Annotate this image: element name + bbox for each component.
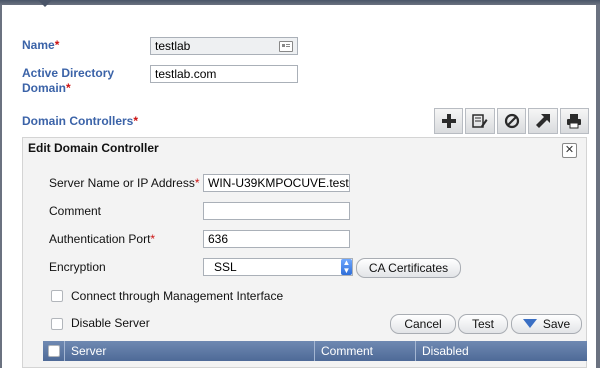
contact-card-icon bbox=[279, 41, 293, 52]
close-icon[interactable]: ✕ bbox=[562, 143, 577, 158]
auth-port-label: Authentication Port* bbox=[49, 232, 156, 246]
frame-left-edge bbox=[0, 5, 2, 368]
ad-domain-label: Active Directory Domain* bbox=[22, 66, 115, 95]
save-button[interactable]: Save bbox=[511, 314, 582, 334]
disable-server-label: Disable Server bbox=[71, 316, 150, 330]
move-icon[interactable] bbox=[528, 108, 558, 134]
select-all-header bbox=[43, 341, 65, 361]
disable-server-checkbox[interactable] bbox=[51, 318, 63, 330]
test-button[interactable]: Test bbox=[458, 314, 508, 334]
down-arrow-icon bbox=[522, 319, 537, 329]
ca-certificates-button[interactable]: CA Certificates bbox=[356, 258, 461, 278]
auth-port-field[interactable]: 636 bbox=[203, 230, 350, 248]
select-arrows-icon: ▲ ▼ bbox=[341, 258, 352, 275]
frame-right-edge bbox=[596, 5, 600, 368]
domain-controllers-toolbar bbox=[434, 108, 590, 134]
domain-controllers-table-header: Server Comment Disabled bbox=[43, 341, 587, 361]
encryption-select[interactable]: SSL ▲ ▼ bbox=[203, 258, 353, 276]
cancel-button[interactable]: Cancel bbox=[390, 314, 456, 334]
comment-field[interactable] bbox=[203, 202, 350, 220]
server-label: Server Name or IP Address* bbox=[49, 176, 200, 190]
column-comment[interactable]: Comment bbox=[315, 341, 416, 361]
encryption-value: SSL bbox=[214, 260, 237, 274]
name-field[interactable]: testlab bbox=[150, 37, 298, 55]
mgmt-interface-label: Connect through Management Interface bbox=[71, 289, 284, 303]
top-bar bbox=[0, 0, 600, 5]
pointer-caret bbox=[38, 0, 52, 7]
select-all-checkbox[interactable] bbox=[48, 345, 60, 357]
server-field[interactable]: WIN-U39KMPOCUVE.testla bbox=[203, 174, 350, 192]
edit-icon[interactable] bbox=[465, 108, 495, 134]
column-server[interactable]: Server bbox=[65, 341, 315, 361]
mgmt-interface-checkbox[interactable] bbox=[51, 290, 63, 302]
column-disabled[interactable]: Disabled bbox=[416, 341, 587, 361]
ad-domain-field[interactable]: testlab.com bbox=[150, 65, 298, 83]
disable-icon[interactable] bbox=[496, 108, 527, 134]
print-icon[interactable] bbox=[559, 108, 590, 134]
add-icon[interactable] bbox=[434, 108, 464, 134]
encryption-label: Encryption bbox=[49, 260, 106, 274]
name-label: Name* bbox=[22, 38, 60, 52]
panel-title: Edit Domain Controller bbox=[28, 141, 159, 155]
domain-controllers-label: Domain Controllers* bbox=[22, 114, 139, 128]
comment-label: Comment bbox=[49, 204, 102, 218]
